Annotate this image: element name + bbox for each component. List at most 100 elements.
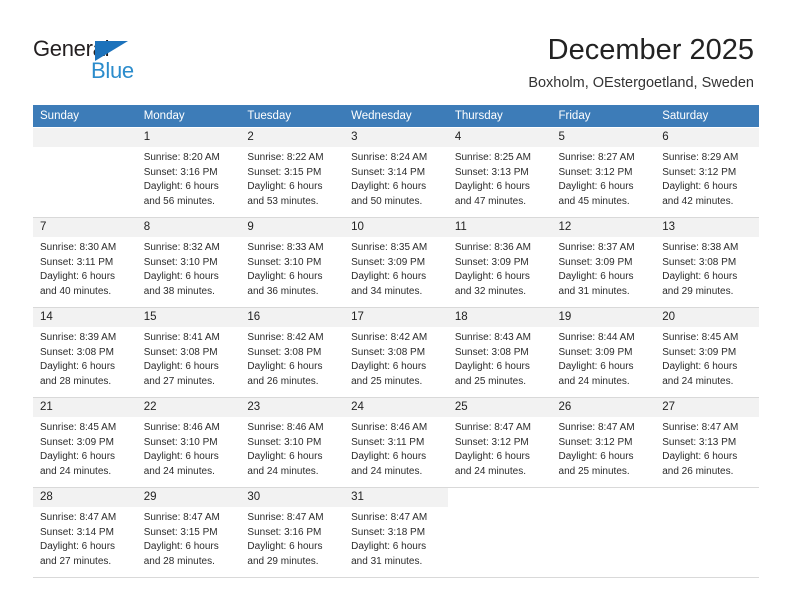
day-cell-inner: 8 Sunrise: 8:32 AM Sunset: 3:10 PM Daylight… bbox=[136, 218, 241, 307]
day-sun-info-line: Daylight: 6 hours bbox=[247, 541, 323, 553]
day-cell-inner bbox=[655, 488, 759, 577]
general-blue-logo[interactable]: General Blue bbox=[33, 36, 163, 84]
day-sun-info-line: Sunset: 3:10 PM bbox=[247, 256, 322, 268]
day-cell-inner: 21 Sunrise: 8:45 AM Sunset: 3:09 PM Dayligh… bbox=[33, 398, 137, 487]
day-sun-info: Sunrise: 8:46 AM Sunset: 3:10 PM Daylight:… bbox=[137, 417, 241, 479]
day-sun-info-line: Sunrise: 8:43 AM bbox=[454, 332, 531, 343]
calendar-day-cell[interactable]: 15 Sunrise: 8:41 AM Sunset: 3:08 PM Dayligh… bbox=[136, 307, 241, 398]
day-number: 27 bbox=[655, 398, 759, 417]
calendar-day-cell[interactable]: 6 Sunrise: 8:29 AM Sunset: 3:12 PM Daylight… bbox=[655, 127, 759, 218]
day-number: 7 bbox=[33, 218, 137, 237]
calendar-day-cell[interactable]: 17 Sunrise: 8:42 AM Sunset: 3:08 PM Dayligh… bbox=[344, 307, 448, 398]
day-sun-info-line: Daylight: 6 hours bbox=[558, 361, 634, 373]
day-sun-info-line: Daylight: 6 hours bbox=[40, 361, 116, 373]
day-sun-info-line: Sunrise: 8:39 AM bbox=[40, 332, 117, 343]
day-sun-info-line: Sunrise: 8:47 AM bbox=[247, 512, 324, 523]
day-sun-info-line: and 24 minutes. bbox=[662, 375, 734, 387]
calendar-day-cell[interactable]: 23 Sunrise: 8:46 AM Sunset: 3:10 PM Dayligh… bbox=[240, 397, 345, 488]
day-sun-info-line: Sunset: 3:11 PM bbox=[40, 256, 114, 268]
day-sun-info: Sunrise: 8:33 AM Sunset: 3:10 PM Daylight:… bbox=[240, 237, 344, 299]
calendar-day-cell-empty bbox=[33, 127, 137, 218]
day-sun-info-line: Daylight: 6 hours bbox=[143, 451, 219, 463]
day-sun-info-line: Sunrise: 8:42 AM bbox=[351, 332, 428, 343]
day-cell-inner: 27 Sunrise: 8:47 AM Sunset: 3:13 PM Dayligh… bbox=[655, 398, 759, 487]
calendar-day-cell[interactable]: 30 Sunrise: 8:47 AM Sunset: 3:16 PM Dayligh… bbox=[240, 487, 345, 578]
calendar-day-cell[interactable]: 7 Sunrise: 8:30 AM Sunset: 3:11 PM Daylight… bbox=[33, 217, 137, 308]
calendar-day-cell[interactable]: 27 Sunrise: 8:47 AM Sunset: 3:13 PM Dayligh… bbox=[655, 397, 759, 488]
calendar-day-cell[interactable]: 9 Sunrise: 8:33 AM Sunset: 3:10 PM Daylight… bbox=[240, 217, 345, 308]
day-sun-info-line: Sunrise: 8:22 AM bbox=[247, 152, 324, 163]
calendar-day-cell[interactable]: 10 Sunrise: 8:35 AM Sunset: 3:09 PM Dayligh… bbox=[344, 217, 448, 308]
day-number: 20 bbox=[655, 308, 759, 327]
day-sun-info: Sunrise: 8:47 AM Sunset: 3:15 PM Daylight:… bbox=[137, 507, 241, 569]
day-sun-info-line: Sunrise: 8:47 AM bbox=[40, 512, 117, 523]
day-cell-inner bbox=[33, 128, 137, 217]
day-number: 21 bbox=[33, 398, 137, 417]
calendar-day-cell[interactable]: 21 Sunrise: 8:45 AM Sunset: 3:09 PM Dayligh… bbox=[33, 397, 137, 488]
day-sun-info-line: Sunrise: 8:44 AM bbox=[558, 332, 635, 343]
day-cell-inner: 6 Sunrise: 8:29 AM Sunset: 3:12 PM Daylight… bbox=[655, 128, 759, 217]
day-number: 4 bbox=[447, 128, 552, 147]
page-header: General Blue December 2025 Boxholm, OEst… bbox=[0, 0, 792, 100]
calendar-day-cell[interactable]: 18 Sunrise: 8:43 AM Sunset: 3:08 PM Dayligh… bbox=[447, 307, 552, 398]
calendar-day-cell[interactable]: 29 Sunrise: 8:47 AM Sunset: 3:15 PM Dayligh… bbox=[136, 487, 241, 578]
calendar-day-cell[interactable]: 26 Sunrise: 8:47 AM Sunset: 3:12 PM Dayligh… bbox=[551, 397, 656, 488]
calendar-day-cell[interactable]: 31 Sunrise: 8:47 AM Sunset: 3:18 PM Dayligh… bbox=[344, 487, 448, 578]
calendar-day-cell[interactable]: 1 Sunrise: 8:20 AM Sunset: 3:16 PM Daylight… bbox=[136, 127, 241, 218]
day-sun-info-line: Sunset: 3:11 PM bbox=[351, 436, 425, 448]
day-cell-inner: 30 Sunrise: 8:47 AM Sunset: 3:16 PM Dayligh… bbox=[240, 488, 345, 577]
day-sun-info-line: and 34 minutes. bbox=[351, 285, 423, 297]
calendar-day-cell[interactable]: 12 Sunrise: 8:37 AM Sunset: 3:09 PM Dayligh… bbox=[551, 217, 656, 308]
day-number: 31 bbox=[344, 488, 448, 507]
day-sun-info-line: and 24 minutes. bbox=[454, 465, 526, 477]
calendar-day-cell[interactable]: 4 Sunrise: 8:25 AM Sunset: 3:13 PM Daylight… bbox=[447, 127, 552, 218]
calendar-day-cell[interactable]: 20 Sunrise: 8:45 AM Sunset: 3:09 PM Dayligh… bbox=[655, 307, 759, 398]
calendar-day-cell[interactable]: 16 Sunrise: 8:42 AM Sunset: 3:08 PM Dayligh… bbox=[240, 307, 345, 398]
calendar-day-cell[interactable]: 24 Sunrise: 8:46 AM Sunset: 3:11 PM Dayligh… bbox=[344, 397, 448, 488]
day-cell-inner: 19 Sunrise: 8:44 AM Sunset: 3:09 PM Dayligh… bbox=[551, 308, 656, 397]
day-sun-info: Sunrise: 8:29 AM Sunset: 3:12 PM Daylight:… bbox=[655, 147, 759, 209]
calendar-day-cell[interactable]: 5 Sunrise: 8:27 AM Sunset: 3:12 PM Daylight… bbox=[551, 127, 656, 218]
day-cell-inner: 14 Sunrise: 8:39 AM Sunset: 3:08 PM Dayligh… bbox=[33, 308, 137, 397]
day-sun-info-line: Daylight: 6 hours bbox=[351, 541, 427, 553]
day-sun-info: Sunrise: 8:45 AM Sunset: 3:09 PM Daylight:… bbox=[655, 327, 759, 389]
day-sun-info: Sunrise: 8:44 AM Sunset: 3:09 PM Daylight:… bbox=[552, 327, 656, 389]
calendar-table: Sunday Monday Tuesday Wednesday Thursday Frid… bbox=[33, 105, 759, 578]
day-cell-inner: 9 Sunrise: 8:33 AM Sunset: 3:10 PM Daylight… bbox=[240, 218, 345, 307]
day-cell-inner: 25 Sunrise: 8:47 AM Sunset: 3:12 PM Dayligh… bbox=[447, 398, 552, 487]
day-number bbox=[655, 488, 759, 507]
day-sun-info: Sunrise: 8:47 AM Sunset: 3:14 PM Daylight:… bbox=[33, 507, 137, 569]
day-sun-info-line: Sunset: 3:09 PM bbox=[558, 346, 633, 358]
day-sun-info-line: Sunset: 3:08 PM bbox=[662, 256, 737, 268]
day-sun-info-line: Daylight: 6 hours bbox=[454, 271, 530, 283]
calendar-week-row: 21 Sunrise: 8:45 AM Sunset: 3:09 PM Dayligh… bbox=[33, 397, 759, 488]
day-number: 8 bbox=[136, 218, 241, 237]
calendar-day-cell[interactable]: 2 Sunrise: 8:22 AM Sunset: 3:15 PM Daylight… bbox=[240, 127, 345, 218]
calendar-day-cell[interactable]: 14 Sunrise: 8:39 AM Sunset: 3:08 PM Dayligh… bbox=[33, 307, 137, 398]
day-sun-info-line: and 53 minutes. bbox=[247, 195, 319, 207]
day-number: 12 bbox=[551, 218, 656, 237]
calendar-day-cell[interactable]: 3 Sunrise: 8:24 AM Sunset: 3:14 PM Daylight… bbox=[344, 127, 448, 218]
weekday-header-sunday: Sunday bbox=[33, 105, 137, 128]
day-cell-inner: 17 Sunrise: 8:42 AM Sunset: 3:08 PM Dayligh… bbox=[344, 308, 448, 397]
calendar-day-cell[interactable]: 22 Sunrise: 8:46 AM Sunset: 3:10 PM Dayligh… bbox=[136, 397, 241, 488]
calendar-day-cell[interactable]: 13 Sunrise: 8:38 AM Sunset: 3:08 PM Dayligh… bbox=[655, 217, 759, 308]
day-sun-info: Sunrise: 8:46 AM Sunset: 3:10 PM Daylight:… bbox=[240, 417, 344, 479]
day-sun-info: Sunrise: 8:42 AM Sunset: 3:08 PM Daylight:… bbox=[240, 327, 344, 389]
calendar-day-cell-empty bbox=[655, 487, 759, 578]
calendar-day-cell[interactable]: 11 Sunrise: 8:36 AM Sunset: 3:09 PM Dayligh… bbox=[447, 217, 552, 308]
calendar-day-cell[interactable]: 19 Sunrise: 8:44 AM Sunset: 3:09 PM Dayligh… bbox=[551, 307, 656, 398]
calendar-day-cell[interactable]: 28 Sunrise: 8:47 AM Sunset: 3:14 PM Dayligh… bbox=[33, 487, 137, 578]
day-sun-info-line: Sunrise: 8:46 AM bbox=[143, 422, 220, 433]
day-sun-info-line: Sunrise: 8:41 AM bbox=[143, 332, 220, 343]
day-number: 19 bbox=[551, 308, 656, 327]
day-sun-info-line: and 38 minutes. bbox=[143, 285, 215, 297]
calendar-day-cell[interactable]: 25 Sunrise: 8:47 AM Sunset: 3:12 PM Dayligh… bbox=[447, 397, 552, 488]
day-sun-info-line: Sunset: 3:08 PM bbox=[247, 346, 322, 358]
day-sun-info-line: Daylight: 6 hours bbox=[143, 271, 219, 283]
day-cell-inner: 11 Sunrise: 8:36 AM Sunset: 3:09 PM Dayligh… bbox=[447, 218, 552, 307]
weekday-header-friday: Friday bbox=[551, 105, 656, 128]
calendar-day-cell[interactable]: 8 Sunrise: 8:32 AM Sunset: 3:10 PM Daylight… bbox=[136, 217, 241, 308]
day-cell-inner: 28 Sunrise: 8:47 AM Sunset: 3:14 PM Dayligh… bbox=[33, 488, 137, 577]
day-number: 24 bbox=[344, 398, 448, 417]
